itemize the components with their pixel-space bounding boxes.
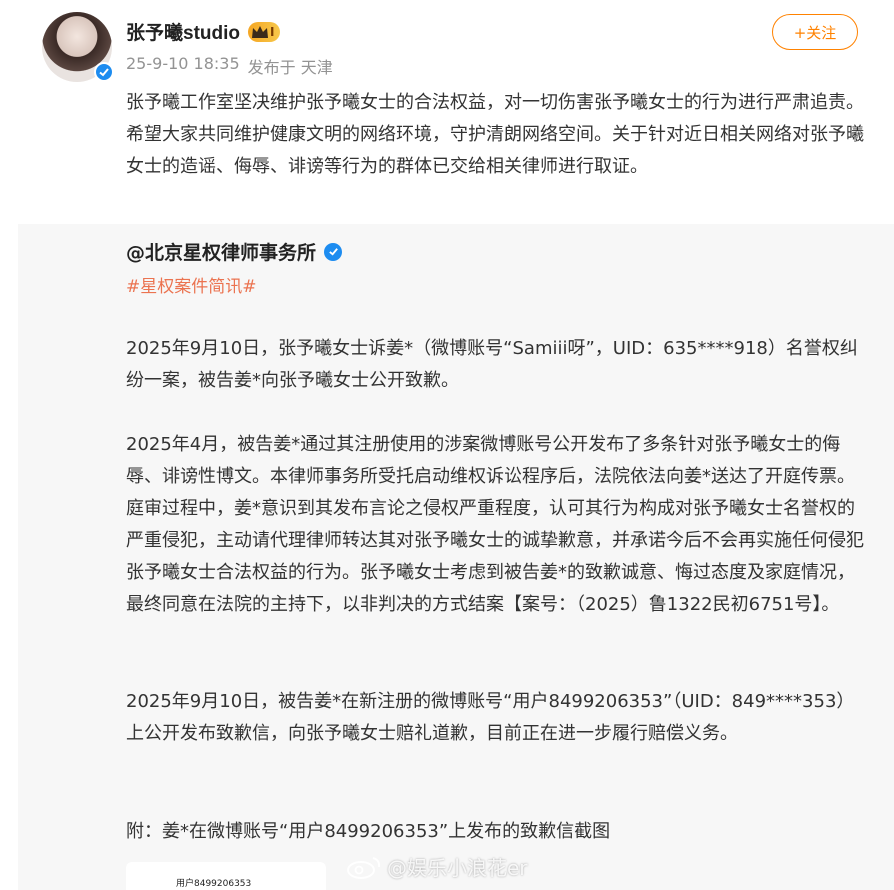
crown-icon xyxy=(252,25,268,38)
post-text: 张予曦工作室坚决维护张予曦女士的合法权益，对一切伤害张予曦女士的行为进行严肃追责… xyxy=(126,92,864,177)
repost-author[interactable]: @北京星权律师事务所 xyxy=(126,238,343,265)
avatar-wrap[interactable] xyxy=(42,12,114,84)
watermark-text: @娱乐小浪花er xyxy=(387,856,528,880)
vip-level: I xyxy=(270,24,275,39)
name-row: 张予曦studio I xyxy=(126,18,281,45)
post-time[interactable]: 25-9-10 18:35 xyxy=(126,54,240,78)
weibo-logo-icon xyxy=(347,856,381,879)
topic-link[interactable]: #星权案件简讯# xyxy=(126,272,257,297)
attachment-image[interactable]: 用户8499206353 xyxy=(126,862,326,890)
repost-paragraph: 2025年9月10日，张予曦女士诉姜*（微博账号“Samiii呀”，UID：63… xyxy=(126,338,858,391)
vip-badge[interactable]: I xyxy=(248,21,281,42)
repost-author-name[interactable]: @北京星权律师事务所 xyxy=(126,238,316,265)
repost-paragraph: 2025年9月10日，被告姜*在新注册的微博账号“用户8499206353”（U… xyxy=(126,691,855,744)
verified-icon xyxy=(324,242,343,261)
follow-button[interactable]: +关注 xyxy=(772,14,858,50)
attachment-caption: 用户8499206353 xyxy=(176,879,252,889)
post-source: 发布于 天津 xyxy=(247,58,333,77)
repost-paragraph: 附：姜*在微博账号“用户8499206353”上发布的致歉信截图 xyxy=(126,821,611,842)
repost-card[interactable]: @北京星权律师事务所 #星权案件简讯# 2025年9月10日，张予曦女士诉姜*（… xyxy=(18,224,894,890)
repost-paragraph: 2025年4月，被告姜*通过其注册使用的涉案微博账号公开发布了多条针对张予曦女士… xyxy=(126,434,864,615)
weibo-post: 张予曦studio I 25-9-10 18:35 发布于 天津 +关注 张予曦… xyxy=(0,0,894,890)
watermark: @娱乐小浪花er xyxy=(345,852,528,881)
follow-label: +关注 xyxy=(793,23,837,42)
verified-icon xyxy=(94,62,114,82)
username[interactable]: 张予曦studio xyxy=(126,18,240,45)
post-meta: 25-9-10 18:35 发布于 天津 xyxy=(126,54,333,78)
